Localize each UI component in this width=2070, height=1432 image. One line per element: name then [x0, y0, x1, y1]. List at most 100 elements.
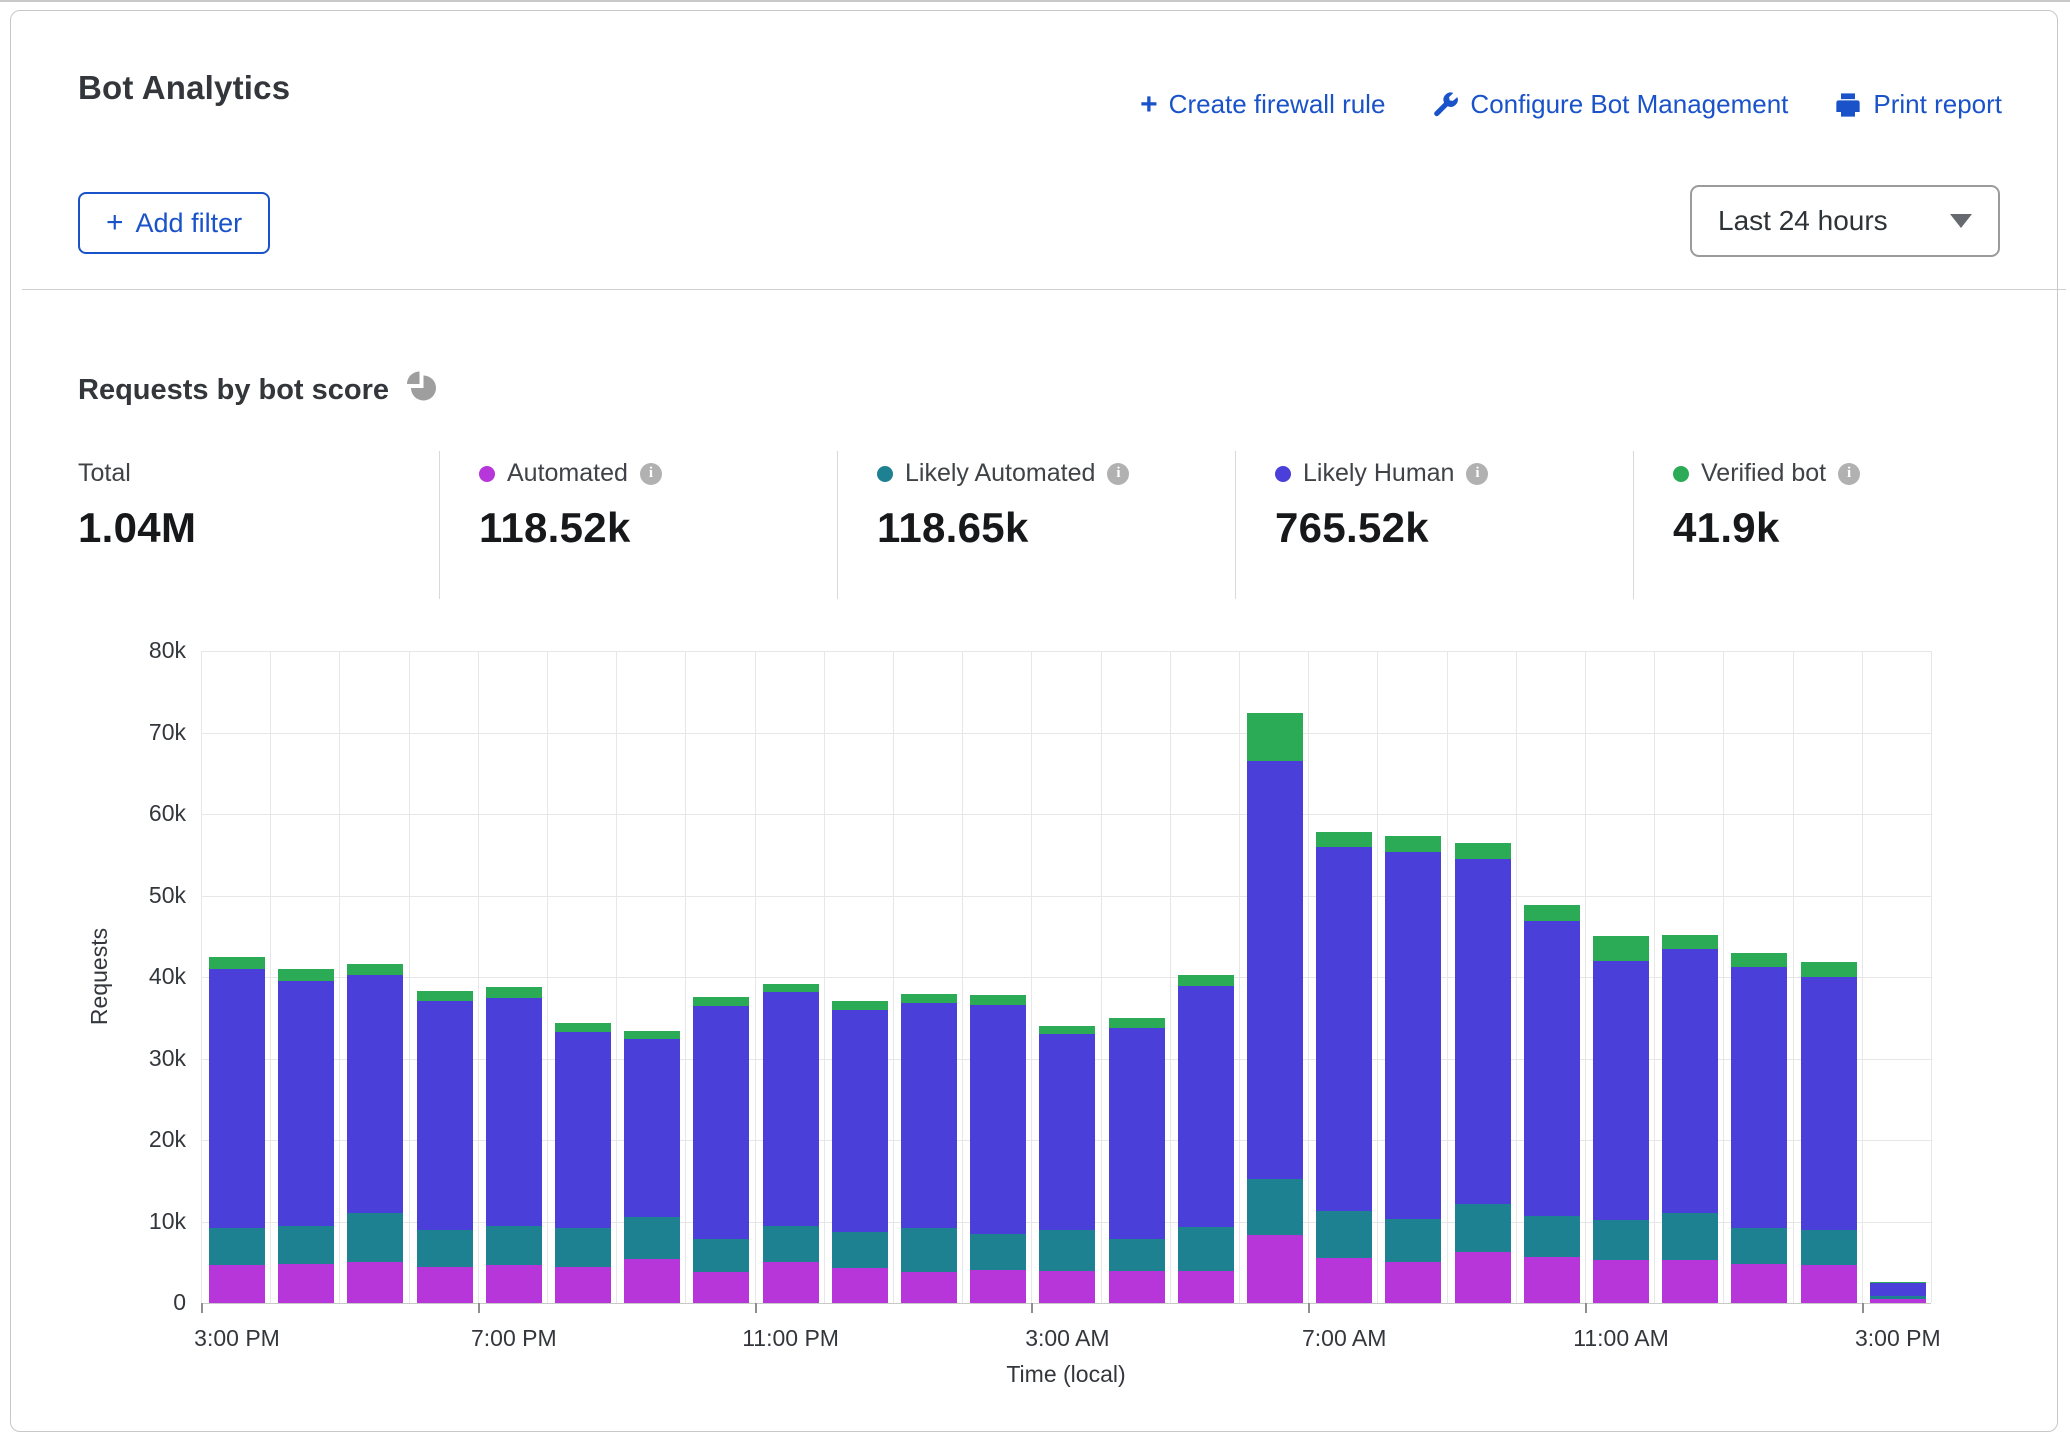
- bar-segment-verified-bot[interactable]: [1178, 975, 1234, 986]
- bar-segment-likely-human[interactable]: [1662, 949, 1718, 1213]
- bar-segment-likely-human[interactable]: [347, 975, 403, 1213]
- bar-segment-likely-automated[interactable]: [278, 1226, 334, 1264]
- time-range-select[interactable]: Last 24 hours: [1690, 185, 2000, 257]
- bar-segment-verified-bot[interactable]: [209, 957, 265, 969]
- bar-segment-automated[interactable]: [693, 1272, 749, 1303]
- bar-segment-verified-bot[interactable]: [1524, 905, 1580, 920]
- bar-segment-automated[interactable]: [417, 1267, 473, 1303]
- bar-segment-likely-automated[interactable]: [555, 1228, 611, 1267]
- bar-segment-likely-human[interactable]: [1593, 961, 1649, 1220]
- configure-bot-management-link[interactable]: Configure Bot Management: [1431, 89, 1788, 120]
- bar-segment-likely-human[interactable]: [901, 1003, 957, 1228]
- bar-segment-likely-automated[interactable]: [1247, 1179, 1303, 1235]
- print-report-link[interactable]: Print report: [1834, 89, 2002, 120]
- bar-segment-likely-human[interactable]: [624, 1039, 680, 1217]
- bar-segment-likely-automated[interactable]: [1039, 1230, 1095, 1272]
- bar-segment-verified-bot[interactable]: [1385, 836, 1441, 852]
- bar-segment-automated[interactable]: [1385, 1262, 1441, 1303]
- bar-segment-verified-bot[interactable]: [832, 1001, 888, 1009]
- bar-segment-automated[interactable]: [347, 1262, 403, 1303]
- bar-segment-likely-automated[interactable]: [1178, 1227, 1234, 1271]
- bar-segment-likely-automated[interactable]: [1109, 1239, 1165, 1271]
- bar-segment-automated[interactable]: [555, 1267, 611, 1303]
- bar-segment-automated[interactable]: [1039, 1271, 1095, 1303]
- bar-segment-automated[interactable]: [832, 1268, 888, 1303]
- bar-segment-likely-human[interactable]: [278, 981, 334, 1226]
- bar-segment-likely-automated[interactable]: [347, 1213, 403, 1262]
- bar-segment-likely-human[interactable]: [970, 1005, 1026, 1234]
- bar-segment-likely-automated[interactable]: [970, 1234, 1026, 1271]
- bar-segment-likely-human[interactable]: [763, 992, 819, 1225]
- bar-segment-automated[interactable]: [1247, 1235, 1303, 1303]
- bar-segment-automated[interactable]: [1870, 1299, 1926, 1303]
- bar-segment-likely-automated[interactable]: [1662, 1213, 1718, 1259]
- bar-segment-likely-human[interactable]: [1870, 1283, 1926, 1296]
- bar-segment-verified-bot[interactable]: [1801, 962, 1857, 977]
- bar-segment-likely-human[interactable]: [1524, 921, 1580, 1216]
- bar-segment-automated[interactable]: [278, 1264, 334, 1303]
- bar-segment-likely-automated[interactable]: [209, 1228, 265, 1265]
- bar-segment-likely-human[interactable]: [1109, 1028, 1165, 1240]
- bar-segment-automated[interactable]: [763, 1262, 819, 1303]
- bar-segment-automated[interactable]: [1593, 1260, 1649, 1303]
- bar-segment-verified-bot[interactable]: [1662, 935, 1718, 950]
- bar-segment-automated[interactable]: [1731, 1264, 1787, 1303]
- bar-segment-likely-automated[interactable]: [1870, 1296, 1926, 1299]
- bar-segment-likely-automated[interactable]: [1455, 1204, 1511, 1252]
- bar-segment-verified-bot[interactable]: [417, 991, 473, 1002]
- bar-segment-likely-automated[interactable]: [1801, 1230, 1857, 1264]
- info-icon[interactable]: i: [1107, 463, 1129, 485]
- bar-segment-verified-bot[interactable]: [693, 997, 749, 1006]
- bar-segment-verified-bot[interactable]: [624, 1031, 680, 1039]
- bar-segment-verified-bot[interactable]: [486, 987, 542, 998]
- bar-segment-likely-human[interactable]: [486, 998, 542, 1226]
- bar-segment-likely-human[interactable]: [555, 1032, 611, 1228]
- info-icon[interactable]: i: [1466, 463, 1488, 485]
- bar-segment-likely-automated[interactable]: [624, 1217, 680, 1259]
- bar-segment-automated[interactable]: [209, 1265, 265, 1303]
- bar-segment-verified-bot[interactable]: [763, 984, 819, 993]
- bar-segment-verified-bot[interactable]: [1870, 1282, 1926, 1283]
- bar-segment-verified-bot[interactable]: [1316, 832, 1372, 847]
- bar-segment-verified-bot[interactable]: [901, 994, 957, 1003]
- bar-segment-verified-bot[interactable]: [1109, 1018, 1165, 1028]
- bar-segment-likely-human[interactable]: [1247, 761, 1303, 1179]
- create-firewall-rule-link[interactable]: + Create firewall rule: [1140, 89, 1385, 120]
- bar-segment-likely-human[interactable]: [209, 969, 265, 1228]
- bar-segment-likely-automated[interactable]: [417, 1230, 473, 1267]
- bar-segment-likely-human[interactable]: [1039, 1034, 1095, 1230]
- bar-segment-likely-automated[interactable]: [901, 1228, 957, 1272]
- bar-segment-verified-bot[interactable]: [1039, 1026, 1095, 1034]
- add-filter-button[interactable]: + Add filter: [78, 192, 270, 254]
- bar-segment-likely-human[interactable]: [1316, 847, 1372, 1211]
- bar-segment-verified-bot[interactable]: [970, 995, 1026, 1005]
- bar-segment-likely-automated[interactable]: [693, 1239, 749, 1272]
- bar-segment-verified-bot[interactable]: [1731, 953, 1787, 968]
- bar-segment-automated[interactable]: [1801, 1265, 1857, 1303]
- bar-segment-likely-automated[interactable]: [1524, 1216, 1580, 1258]
- bar-segment-automated[interactable]: [1109, 1271, 1165, 1303]
- bar-segment-automated[interactable]: [1178, 1271, 1234, 1303]
- bar-segment-verified-bot[interactable]: [1247, 713, 1303, 761]
- bar-segment-verified-bot[interactable]: [1593, 936, 1649, 960]
- bar-segment-likely-human[interactable]: [1731, 967, 1787, 1228]
- bar-segment-likely-automated[interactable]: [1316, 1211, 1372, 1258]
- bar-segment-automated[interactable]: [624, 1259, 680, 1303]
- bar-segment-likely-automated[interactable]: [1731, 1228, 1787, 1264]
- bar-segment-automated[interactable]: [1316, 1258, 1372, 1303]
- bar-segment-verified-bot[interactable]: [347, 964, 403, 975]
- bar-segment-likely-human[interactable]: [832, 1010, 888, 1232]
- info-icon[interactable]: i: [1838, 463, 1860, 485]
- bar-segment-automated[interactable]: [901, 1272, 957, 1303]
- bar-segment-likely-human[interactable]: [1385, 852, 1441, 1219]
- bar-segment-automated[interactable]: [486, 1265, 542, 1303]
- bar-segment-likely-human[interactable]: [1455, 859, 1511, 1205]
- bar-segment-automated[interactable]: [1524, 1257, 1580, 1303]
- bar-segment-automated[interactable]: [1662, 1260, 1718, 1303]
- bar-segment-likely-human[interactable]: [693, 1006, 749, 1239]
- bar-segment-likely-automated[interactable]: [1593, 1220, 1649, 1260]
- bar-segment-likely-human[interactable]: [1801, 977, 1857, 1230]
- bar-segment-likely-automated[interactable]: [1385, 1219, 1441, 1262]
- bar-segment-automated[interactable]: [970, 1270, 1026, 1303]
- bar-segment-likely-human[interactable]: [417, 1001, 473, 1229]
